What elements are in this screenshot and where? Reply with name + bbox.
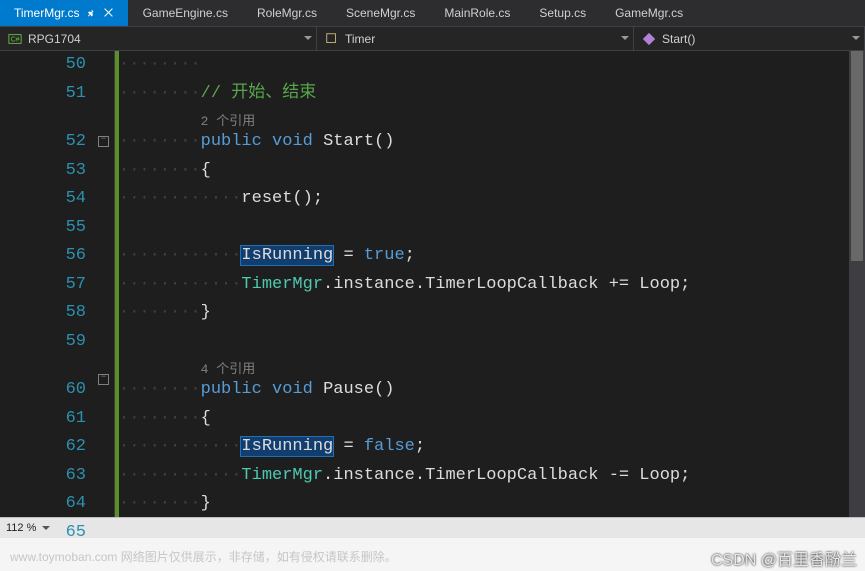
code-text: ; — [405, 246, 415, 265]
tab-setup[interactable]: Setup.cs — [525, 0, 601, 26]
tab-scenemgr[interactable]: SceneMgr.cs — [332, 0, 430, 26]
chevron-down-icon[interactable] — [304, 36, 312, 40]
footer-label: www.toymoban.com 网络图片仅供展示，非存储，如有侵权请联系删除。 — [10, 548, 397, 565]
tab-label: RoleMgr.cs — [257, 6, 317, 20]
code-highlight: IsRunning — [241, 437, 333, 456]
code-keyword: false — [364, 437, 415, 456]
chevron-down-icon[interactable] — [621, 36, 629, 40]
fold-toggle[interactable] — [98, 136, 109, 147]
code-brace: } — [201, 494, 211, 513]
code-area[interactable]: ········ ········// 开始、结束 2 个引用 ········… — [119, 51, 849, 517]
tab-label: SceneMgr.cs — [346, 6, 415, 20]
code-brace: { — [201, 409, 211, 428]
code-keyword: void — [272, 132, 313, 151]
code-text: .instance.TimerLoopCallback += Loop; — [323, 275, 690, 294]
class-icon — [325, 32, 339, 46]
tab-label: MainRole.cs — [444, 6, 510, 20]
breadcrumb-member[interactable]: Start() — [634, 27, 865, 50]
code-text: () — [374, 380, 394, 399]
footer-text: www.toymoban.com 网络图片仅供展示，非存储，如有侵权请联系删除。… — [0, 538, 865, 571]
breadcrumb-member-label: Start() — [662, 32, 695, 46]
tab-gameengine[interactable]: GameEngine.cs — [129, 0, 243, 26]
code-text: ; — [415, 437, 425, 456]
line-number-gutter: 50 51 52 53 54 55 56 57 58 59 60 61 62 6… — [0, 51, 92, 517]
chevron-down-icon[interactable] — [852, 36, 860, 40]
line-number — [0, 356, 86, 376]
code-brace: { — [201, 161, 211, 180]
breadcrumb-project[interactable]: C# RPG1704 — [0, 27, 317, 50]
editor: 50 51 52 53 54 55 56 57 58 59 60 61 62 6… — [0, 51, 865, 517]
breadcrumb-class-label: Timer — [345, 32, 375, 46]
line-number: 60 — [0, 376, 86, 405]
line-number: 50 — [0, 51, 86, 80]
line-number: 63 — [0, 462, 86, 491]
breadcrumb-project-label: RPG1704 — [28, 32, 81, 46]
csharp-project-icon: C# — [8, 32, 22, 46]
code-identifier: Start — [323, 132, 374, 151]
breadcrumb-bar: C# RPG1704 Timer Start() — [0, 27, 865, 51]
method-icon — [642, 32, 656, 46]
codelens-references[interactable]: 4 个引用 — [201, 362, 256, 377]
line-number: 59 — [0, 328, 86, 357]
watermark: CSDN @百里香酚兰 — [711, 546, 857, 570]
fold-gutter — [92, 51, 115, 517]
tab-timermgr[interactable]: TimerMgr.cs — [0, 0, 129, 26]
tab-bar: TimerMgr.cs GameEngine.cs RoleMgr.cs Sce… — [0, 0, 865, 27]
line-number: 64 — [0, 490, 86, 519]
line-number: 61 — [0, 405, 86, 434]
line-number: 53 — [0, 157, 86, 186]
code-keyword: public — [201, 380, 262, 399]
code-keyword: true — [364, 246, 405, 265]
svg-text:C#: C# — [11, 36, 20, 43]
pin-icon[interactable] — [86, 8, 96, 18]
code-comment: // 开始、结束 — [201, 84, 317, 103]
tab-gamemgr[interactable]: GameMgr.cs — [601, 0, 698, 26]
code-text: reset(); — [241, 189, 323, 208]
code-brace: } — [201, 303, 211, 322]
line-number: 57 — [0, 271, 86, 300]
tab-mainrole[interactable]: MainRole.cs — [430, 0, 525, 26]
line-number: 54 — [0, 185, 86, 214]
code-highlight: IsRunning — [241, 246, 333, 265]
line-number: 55 — [0, 214, 86, 243]
fold-toggle[interactable] — [98, 374, 109, 385]
code-type: TimerMgr — [241, 275, 323, 294]
code-text: .instance.TimerLoopCallback -= Loop; — [323, 466, 690, 485]
code-keyword: public — [201, 132, 262, 151]
line-number: 52 — [0, 128, 86, 157]
code-type: TimerMgr — [241, 466, 323, 485]
tab-label: GameEngine.cs — [143, 6, 228, 20]
code-identifier: Pause — [323, 380, 374, 399]
code-keyword: void — [272, 380, 313, 399]
code-text: = — [333, 246, 364, 265]
line-number: 62 — [0, 433, 86, 462]
breadcrumb-class[interactable]: Timer — [317, 27, 634, 50]
vertical-scrollbar[interactable] — [849, 51, 865, 517]
scrollbar-thumb[interactable] — [851, 51, 863, 261]
code-text: () — [374, 132, 394, 151]
line-number — [0, 108, 86, 128]
line-number: 51 — [0, 80, 86, 109]
tab-label: GameMgr.cs — [615, 6, 683, 20]
tab-label: TimerMgr.cs — [14, 6, 80, 20]
line-number: 56 — [0, 242, 86, 271]
tab-label: Setup.cs — [539, 6, 586, 20]
close-icon[interactable] — [104, 8, 114, 18]
codelens-references[interactable]: 2 个引用 — [201, 114, 256, 129]
code-text: = — [333, 437, 364, 456]
tab-rolemgr[interactable]: RoleMgr.cs — [243, 0, 332, 26]
line-number: 58 — [0, 299, 86, 328]
